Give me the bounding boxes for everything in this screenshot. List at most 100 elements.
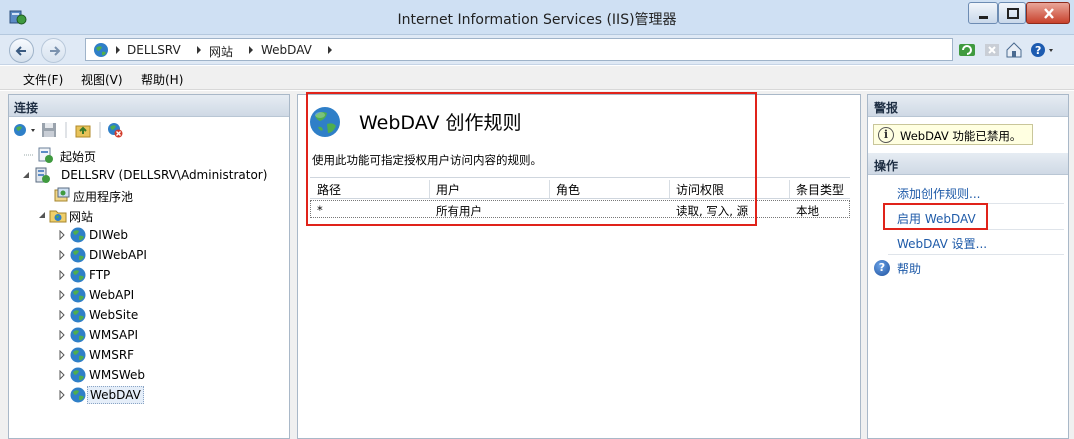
collapse-arrow-icon bbox=[23, 172, 29, 178]
column-role[interactable]: 角色 bbox=[556, 181, 580, 197]
back-button[interactable] bbox=[9, 38, 34, 63]
globe-icon bbox=[70, 227, 86, 243]
app-pool-icon bbox=[54, 187, 70, 202]
tree-item-label: 起始页 bbox=[60, 150, 97, 164]
tree-item-label: WebSite bbox=[89, 308, 139, 322]
enable-webdav-link[interactable]: 启用 WebDAV bbox=[897, 210, 976, 227]
tree-item-label: DIWebAPI bbox=[89, 248, 147, 262]
home-icon[interactable] bbox=[1005, 41, 1023, 59]
tree-item-label: 网站 bbox=[69, 210, 94, 224]
column-user[interactable]: 用户 bbox=[436, 181, 460, 197]
up-level-icon[interactable] bbox=[75, 122, 91, 138]
cell-entry-type: 本地 bbox=[796, 204, 819, 218]
grid-header: 路径 用户 角色 访问权限 条目类型 bbox=[310, 177, 850, 199]
globe-icon bbox=[94, 43, 108, 57]
table-row[interactable]: * 所有用户 读取, 写入, 源 本地 bbox=[310, 200, 850, 218]
expand-arrow-icon bbox=[59, 290, 65, 300]
connect-icon[interactable] bbox=[12, 122, 38, 138]
globe-icon bbox=[70, 347, 86, 363]
address-row: DELLSRV 网站 WebDAV ? bbox=[0, 35, 1074, 65]
tree-item-label: FTP bbox=[89, 268, 111, 282]
tree-item-label: WebDAV bbox=[87, 386, 144, 404]
expand-arrow-icon bbox=[59, 230, 65, 240]
tree-item-label: WMSWeb bbox=[89, 368, 145, 382]
tree-connector bbox=[24, 154, 34, 156]
disconnect-icon[interactable] bbox=[107, 122, 123, 138]
menu-help[interactable]: 帮助(H) bbox=[141, 71, 183, 88]
breadcrumb-separator-icon bbox=[249, 46, 253, 54]
feature-view: WebDAV 创作规则 使用此功能可指定授权用户访问内容的规则。 路径 用户 角… bbox=[297, 94, 861, 439]
globe-icon bbox=[70, 367, 86, 383]
globe-icon bbox=[70, 307, 86, 323]
breadcrumb-separator-icon bbox=[116, 46, 120, 54]
globe-icon bbox=[70, 287, 86, 303]
save-icon[interactable] bbox=[41, 122, 57, 138]
column-divider[interactable] bbox=[789, 180, 790, 198]
collapse-arrow-icon bbox=[39, 212, 45, 218]
column-divider[interactable] bbox=[429, 180, 430, 198]
toolbar-divider bbox=[65, 122, 67, 138]
tree-item-label: 应用程序池 bbox=[73, 190, 134, 204]
column-entry-type[interactable]: 条目类型 bbox=[796, 181, 844, 197]
breadcrumb-sites[interactable]: 网站 bbox=[209, 43, 233, 60]
address-bar[interactable]: DELLSRV 网站 WebDAV bbox=[85, 38, 953, 61]
server-icon bbox=[35, 167, 50, 183]
feature-description: 使用此功能可指定授权用户访问内容的规则。 bbox=[312, 153, 542, 167]
expand-arrow-icon bbox=[59, 370, 65, 380]
column-path[interactable]: 路径 bbox=[317, 181, 341, 197]
alerts-header: 警报 bbox=[868, 95, 1068, 117]
action-divider bbox=[888, 203, 1064, 204]
menu-file[interactable]: 文件(F) bbox=[23, 71, 63, 88]
breadcrumb-server[interactable]: DELLSRV bbox=[127, 43, 181, 57]
title-bar: Internet Information Services (IIS)管理器 bbox=[0, 0, 1074, 35]
expand-arrow-icon bbox=[59, 350, 65, 360]
cell-user: 所有用户 bbox=[436, 204, 482, 218]
column-divider[interactable] bbox=[669, 180, 670, 198]
expand-arrow-icon bbox=[59, 250, 65, 260]
tree-item-label: WMSRF bbox=[89, 348, 135, 362]
expand-arrow-icon bbox=[59, 310, 65, 320]
action-divider bbox=[888, 229, 1064, 230]
help-icon[interactable]: ? bbox=[874, 260, 890, 276]
minimize-icon bbox=[979, 16, 988, 19]
help-dropdown-icon[interactable]: ? bbox=[1030, 41, 1056, 59]
expand-arrow-icon bbox=[59, 270, 65, 280]
refresh-icon[interactable] bbox=[958, 41, 976, 59]
close-icon bbox=[1044, 8, 1054, 19]
add-authoring-rule-link[interactable]: 添加创作规则... bbox=[897, 185, 980, 202]
connections-panel: 连接 起始页 DELLSRV (DELLSRV\Administrator) 应… bbox=[8, 94, 290, 439]
tree-item-label: WMSAPI bbox=[89, 328, 139, 342]
actions-panel: 警报 i WebDAV 功能已禁用。 操作 添加创作规则... 启用 WebDA… bbox=[867, 94, 1069, 439]
forward-button[interactable] bbox=[41, 38, 66, 63]
help-link[interactable]: 帮助 bbox=[897, 260, 921, 277]
breadcrumb-site[interactable]: WebDAV bbox=[261, 43, 312, 57]
close-button[interactable] bbox=[1026, 2, 1070, 24]
toolbar-divider bbox=[99, 122, 101, 138]
forward-arrow-icon bbox=[50, 46, 61, 56]
webdav-settings-link[interactable]: WebDAV 设置... bbox=[897, 235, 987, 252]
expand-arrow-icon bbox=[59, 330, 65, 340]
maximize-button[interactable] bbox=[998, 2, 1026, 24]
globe-icon bbox=[70, 387, 86, 403]
column-access[interactable]: 访问权限 bbox=[676, 181, 724, 197]
breadcrumb-separator-icon bbox=[197, 46, 201, 54]
back-arrow-icon bbox=[15, 46, 26, 56]
svg-text:?: ? bbox=[1035, 44, 1041, 57]
globe-icon bbox=[70, 247, 86, 263]
connections-header: 连接 bbox=[9, 95, 289, 117]
start-page-icon bbox=[38, 147, 53, 163]
globe-icon bbox=[70, 267, 86, 283]
info-icon: i bbox=[878, 127, 894, 143]
stop-icon[interactable] bbox=[983, 41, 1001, 59]
webdav-globe-icon bbox=[310, 107, 340, 137]
minimize-button[interactable] bbox=[968, 2, 998, 24]
window-title: Internet Information Services (IIS)管理器 bbox=[397, 12, 677, 28]
breadcrumb-separator-icon bbox=[328, 46, 332, 54]
connections-toolbar bbox=[9, 117, 289, 143]
globe-icon bbox=[70, 327, 86, 343]
menu-view[interactable]: 视图(V) bbox=[81, 71, 123, 88]
sites-folder-icon bbox=[49, 210, 67, 223]
column-divider[interactable] bbox=[549, 180, 550, 198]
alert-message: i WebDAV 功能已禁用。 bbox=[873, 124, 1033, 145]
cell-access: 读取, 写入, 源 bbox=[676, 204, 749, 218]
